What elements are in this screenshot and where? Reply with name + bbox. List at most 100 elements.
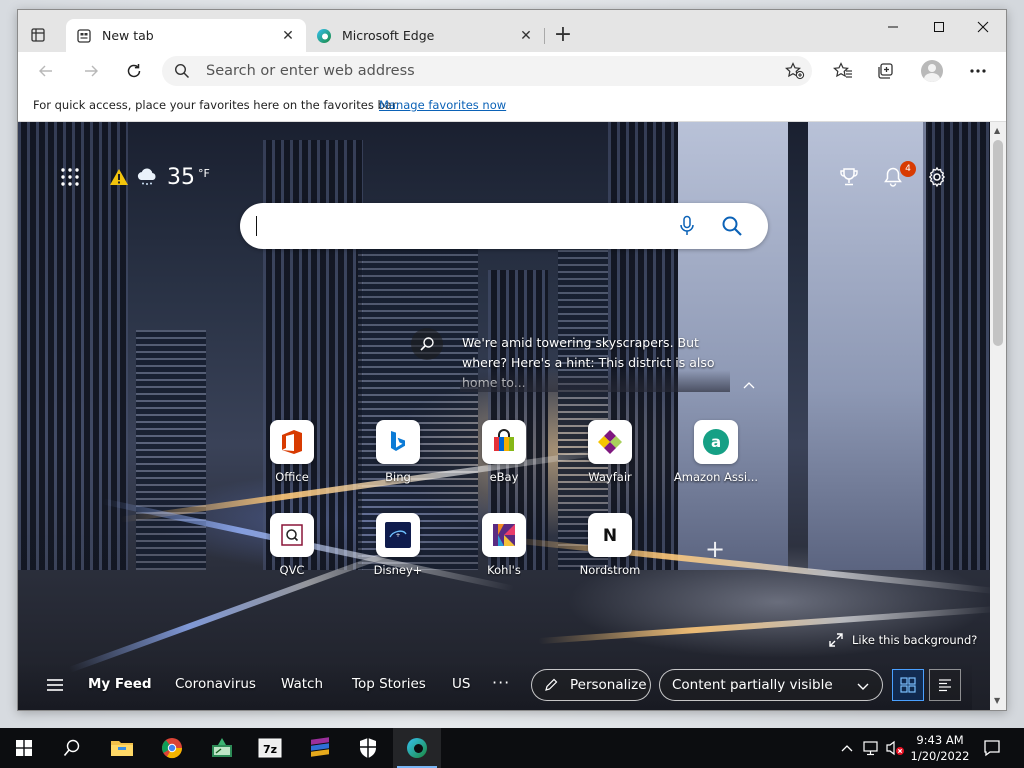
add-favorite-icon[interactable]	[784, 61, 806, 81]
like-background-label: Like this background?	[852, 633, 978, 647]
avatar	[921, 60, 943, 82]
web-search-input[interactable]	[262, 215, 642, 237]
scroll-down-icon[interactable]: ▼	[994, 696, 1000, 705]
ebay-icon	[482, 420, 526, 464]
content-visibility-value: Content partially visible	[672, 677, 833, 693]
weather-widget[interactable]: 35 °F	[109, 162, 210, 192]
quick-link-label: Kohl's	[487, 563, 521, 577]
minimize-icon[interactable]	[870, 14, 916, 40]
manage-favorites-link[interactable]: Manage favorites now	[379, 98, 506, 112]
close-tab-icon[interactable]: ✕	[518, 28, 534, 44]
add-quick-link-button[interactable]: +	[704, 535, 726, 563]
chevron-up-icon[interactable]	[742, 380, 758, 392]
quick-link-kohls[interactable]: Kohl's	[459, 513, 549, 585]
action-center-icon[interactable]	[980, 736, 1004, 760]
search-submit-icon[interactable]	[720, 214, 744, 238]
maximize-icon[interactable]	[916, 14, 962, 40]
feed-tab-my-feed[interactable]: My Feed	[88, 676, 152, 692]
background-info-icon[interactable]	[411, 328, 443, 360]
more-options-icon[interactable]	[964, 58, 992, 84]
menu-hamburger-icon[interactable]	[46, 678, 64, 692]
rewards-trophy-icon[interactable]	[837, 165, 861, 189]
chrome-icon[interactable]	[148, 728, 196, 768]
clock-date: 1/20/2022	[910, 749, 970, 763]
7zip-icon[interactable]: 7z	[246, 728, 294, 768]
tab-microsoft-edge[interactable]: Microsoft Edge ✕	[306, 19, 544, 52]
quick-link-label: Bing	[385, 470, 411, 484]
quick-link-nordstrom[interactable]: N Nordstrom	[565, 513, 655, 585]
feed-tab-top-stories[interactable]: Top Stories	[352, 676, 426, 692]
collections-icon[interactable]	[872, 58, 900, 84]
grid-layout-button[interactable]	[892, 669, 924, 701]
profile-avatar[interactable]	[918, 58, 946, 84]
tab-actions-icon[interactable]	[27, 24, 49, 46]
content-visibility-dropdown[interactable]: Content partially visible	[659, 669, 883, 701]
address-input[interactable]	[206, 61, 766, 81]
quick-link-bing[interactable]: Bing	[353, 420, 443, 492]
winrar-icon[interactable]	[296, 728, 344, 768]
tab-separator	[544, 28, 545, 44]
network-icon[interactable]	[860, 728, 882, 768]
edge-logo-icon	[316, 28, 332, 44]
address-bar[interactable]	[162, 56, 812, 86]
close-tab-icon[interactable]: ✕	[280, 28, 296, 44]
favorites-bar-message: For quick access, place your favorites h…	[33, 98, 400, 112]
feed-tab-watch[interactable]: Watch	[281, 676, 323, 692]
personalize-button[interactable]: Personalize	[531, 669, 651, 701]
scrollbar-thumb[interactable]	[993, 140, 1003, 346]
windows-logo-icon	[16, 740, 32, 756]
svg-text:+: +	[395, 532, 400, 539]
personalize-label: Personalize	[570, 677, 647, 693]
taskbar-clock[interactable]: 9:43 AM 1/20/2022	[908, 732, 972, 764]
edge-taskbar-icon[interactable]	[393, 728, 441, 768]
vertical-scrollbar[interactable]: ▲ ▼	[990, 122, 1006, 710]
quick-link-wayfair[interactable]: Wayfair	[565, 420, 655, 492]
forward-arrow-icon[interactable]	[77, 58, 105, 84]
quick-link-label: QVC	[279, 563, 305, 577]
list-layout-button[interactable]	[929, 669, 961, 701]
hint-text-fade	[460, 370, 730, 392]
feed-more-icon[interactable]: ···	[492, 673, 510, 692]
taskbar-search-icon[interactable]	[48, 728, 96, 768]
new-tab-button[interactable]: +	[551, 23, 575, 47]
quick-link-qvc[interactable]: QVC	[247, 513, 337, 585]
browser-toolbar	[18, 52, 1006, 90]
quick-link-office[interactable]: Office	[247, 420, 337, 492]
list-icon	[939, 679, 951, 692]
feed-tab-coronavirus[interactable]: Coronavirus	[175, 676, 256, 692]
weather-alert-icon[interactable]	[109, 168, 129, 186]
search-icon	[174, 63, 190, 79]
building-shape	[136, 330, 206, 570]
file-explorer-icon[interactable]	[98, 728, 146, 768]
quick-link-disney-plus[interactable]: + Disney+	[353, 513, 443, 585]
app-launcher-icon[interactable]	[60, 167, 80, 187]
refresh-icon[interactable]	[120, 58, 148, 84]
security-shield-icon[interactable]	[344, 728, 392, 768]
web-search-box[interactable]	[240, 203, 768, 249]
temperature-unit: °F	[198, 166, 210, 180]
settings-gear-icon[interactable]	[925, 165, 949, 189]
bing-icon	[376, 420, 420, 464]
tray-expand-chevron-icon[interactable]	[838, 728, 856, 768]
windows-taskbar: 7z 9:43 AM 1/20/2022	[0, 728, 1024, 768]
quick-link-label: Amazon Assi...	[673, 470, 759, 484]
tab-title: New tab	[102, 28, 154, 43]
favorites-icon[interactable]	[829, 58, 857, 84]
volume-muted-icon[interactable]	[884, 728, 906, 768]
new-tab-page-icon	[76, 28, 92, 44]
tab-new-tab[interactable]: New tab ✕	[66, 19, 306, 52]
nordstrom-icon: N	[588, 513, 632, 557]
close-window-icon[interactable]	[960, 14, 1006, 40]
temperature-value: 35	[167, 164, 195, 190]
microphone-icon[interactable]	[676, 215, 698, 237]
presentation-app-icon[interactable]	[198, 728, 246, 768]
like-background-link[interactable]: Like this background?	[829, 633, 977, 647]
scroll-up-icon[interactable]: ▲	[994, 126, 1000, 135]
feed-tab-us[interactable]: US	[452, 676, 470, 692]
expand-arrows-icon	[829, 633, 843, 647]
quick-link-amazon-assistant[interactable]: a Amazon Assi...	[671, 420, 761, 492]
start-button[interactable]	[0, 728, 48, 768]
back-arrow-icon[interactable]	[32, 58, 60, 84]
quick-link-ebay[interactable]: eBay	[459, 420, 549, 492]
quick-link-label: Nordstrom	[579, 563, 641, 577]
